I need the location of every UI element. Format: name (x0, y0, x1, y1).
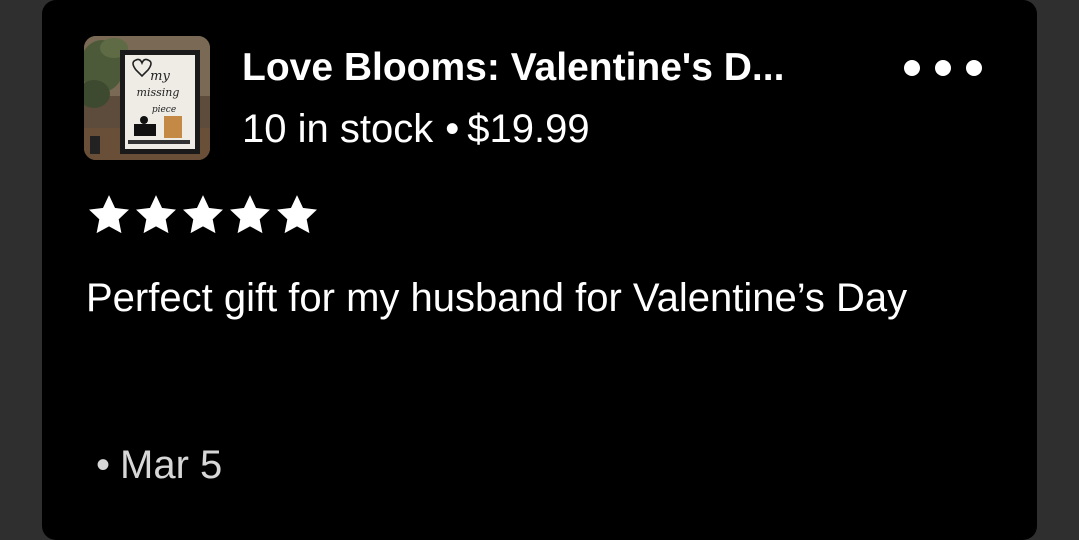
more-horizontal-icon (935, 60, 951, 76)
product-photo-icon: my missing piece (84, 36, 210, 160)
star-icon (230, 195, 270, 234)
more-horizontal-icon (966, 60, 982, 76)
star-icon (183, 195, 223, 234)
star-icon (277, 195, 317, 234)
listing-title[interactable]: Love Blooms: Valentine's D... (242, 44, 902, 92)
date-bullet: • (96, 443, 111, 487)
star-icon (89, 195, 129, 234)
listing-meta: 10 in stock • $19.99 (242, 104, 590, 154)
review-text: Perfect gift for my husband for Valentin… (86, 276, 908, 320)
listing-thumbnail[interactable]: my missing piece (84, 36, 210, 160)
more-horizontal-icon (904, 60, 920, 76)
review-card: my missing piece Love Blooms: Valentine'… (42, 0, 1037, 540)
thumbnail-text-missing: missing (137, 86, 180, 99)
star-rating (88, 194, 318, 236)
meta-separator: • (445, 107, 460, 151)
star-icon (136, 195, 176, 234)
stock-count: 10 in stock (242, 107, 434, 151)
more-options-button[interactable] (904, 50, 982, 86)
thumbnail-text-my: my (150, 69, 170, 84)
review-date: Mar 5 (120, 443, 223, 487)
review-date-line: • Mar 5 (96, 440, 222, 490)
listing-price: $19.99 (467, 107, 590, 151)
thumbnail-text-piece: piece (152, 105, 176, 115)
